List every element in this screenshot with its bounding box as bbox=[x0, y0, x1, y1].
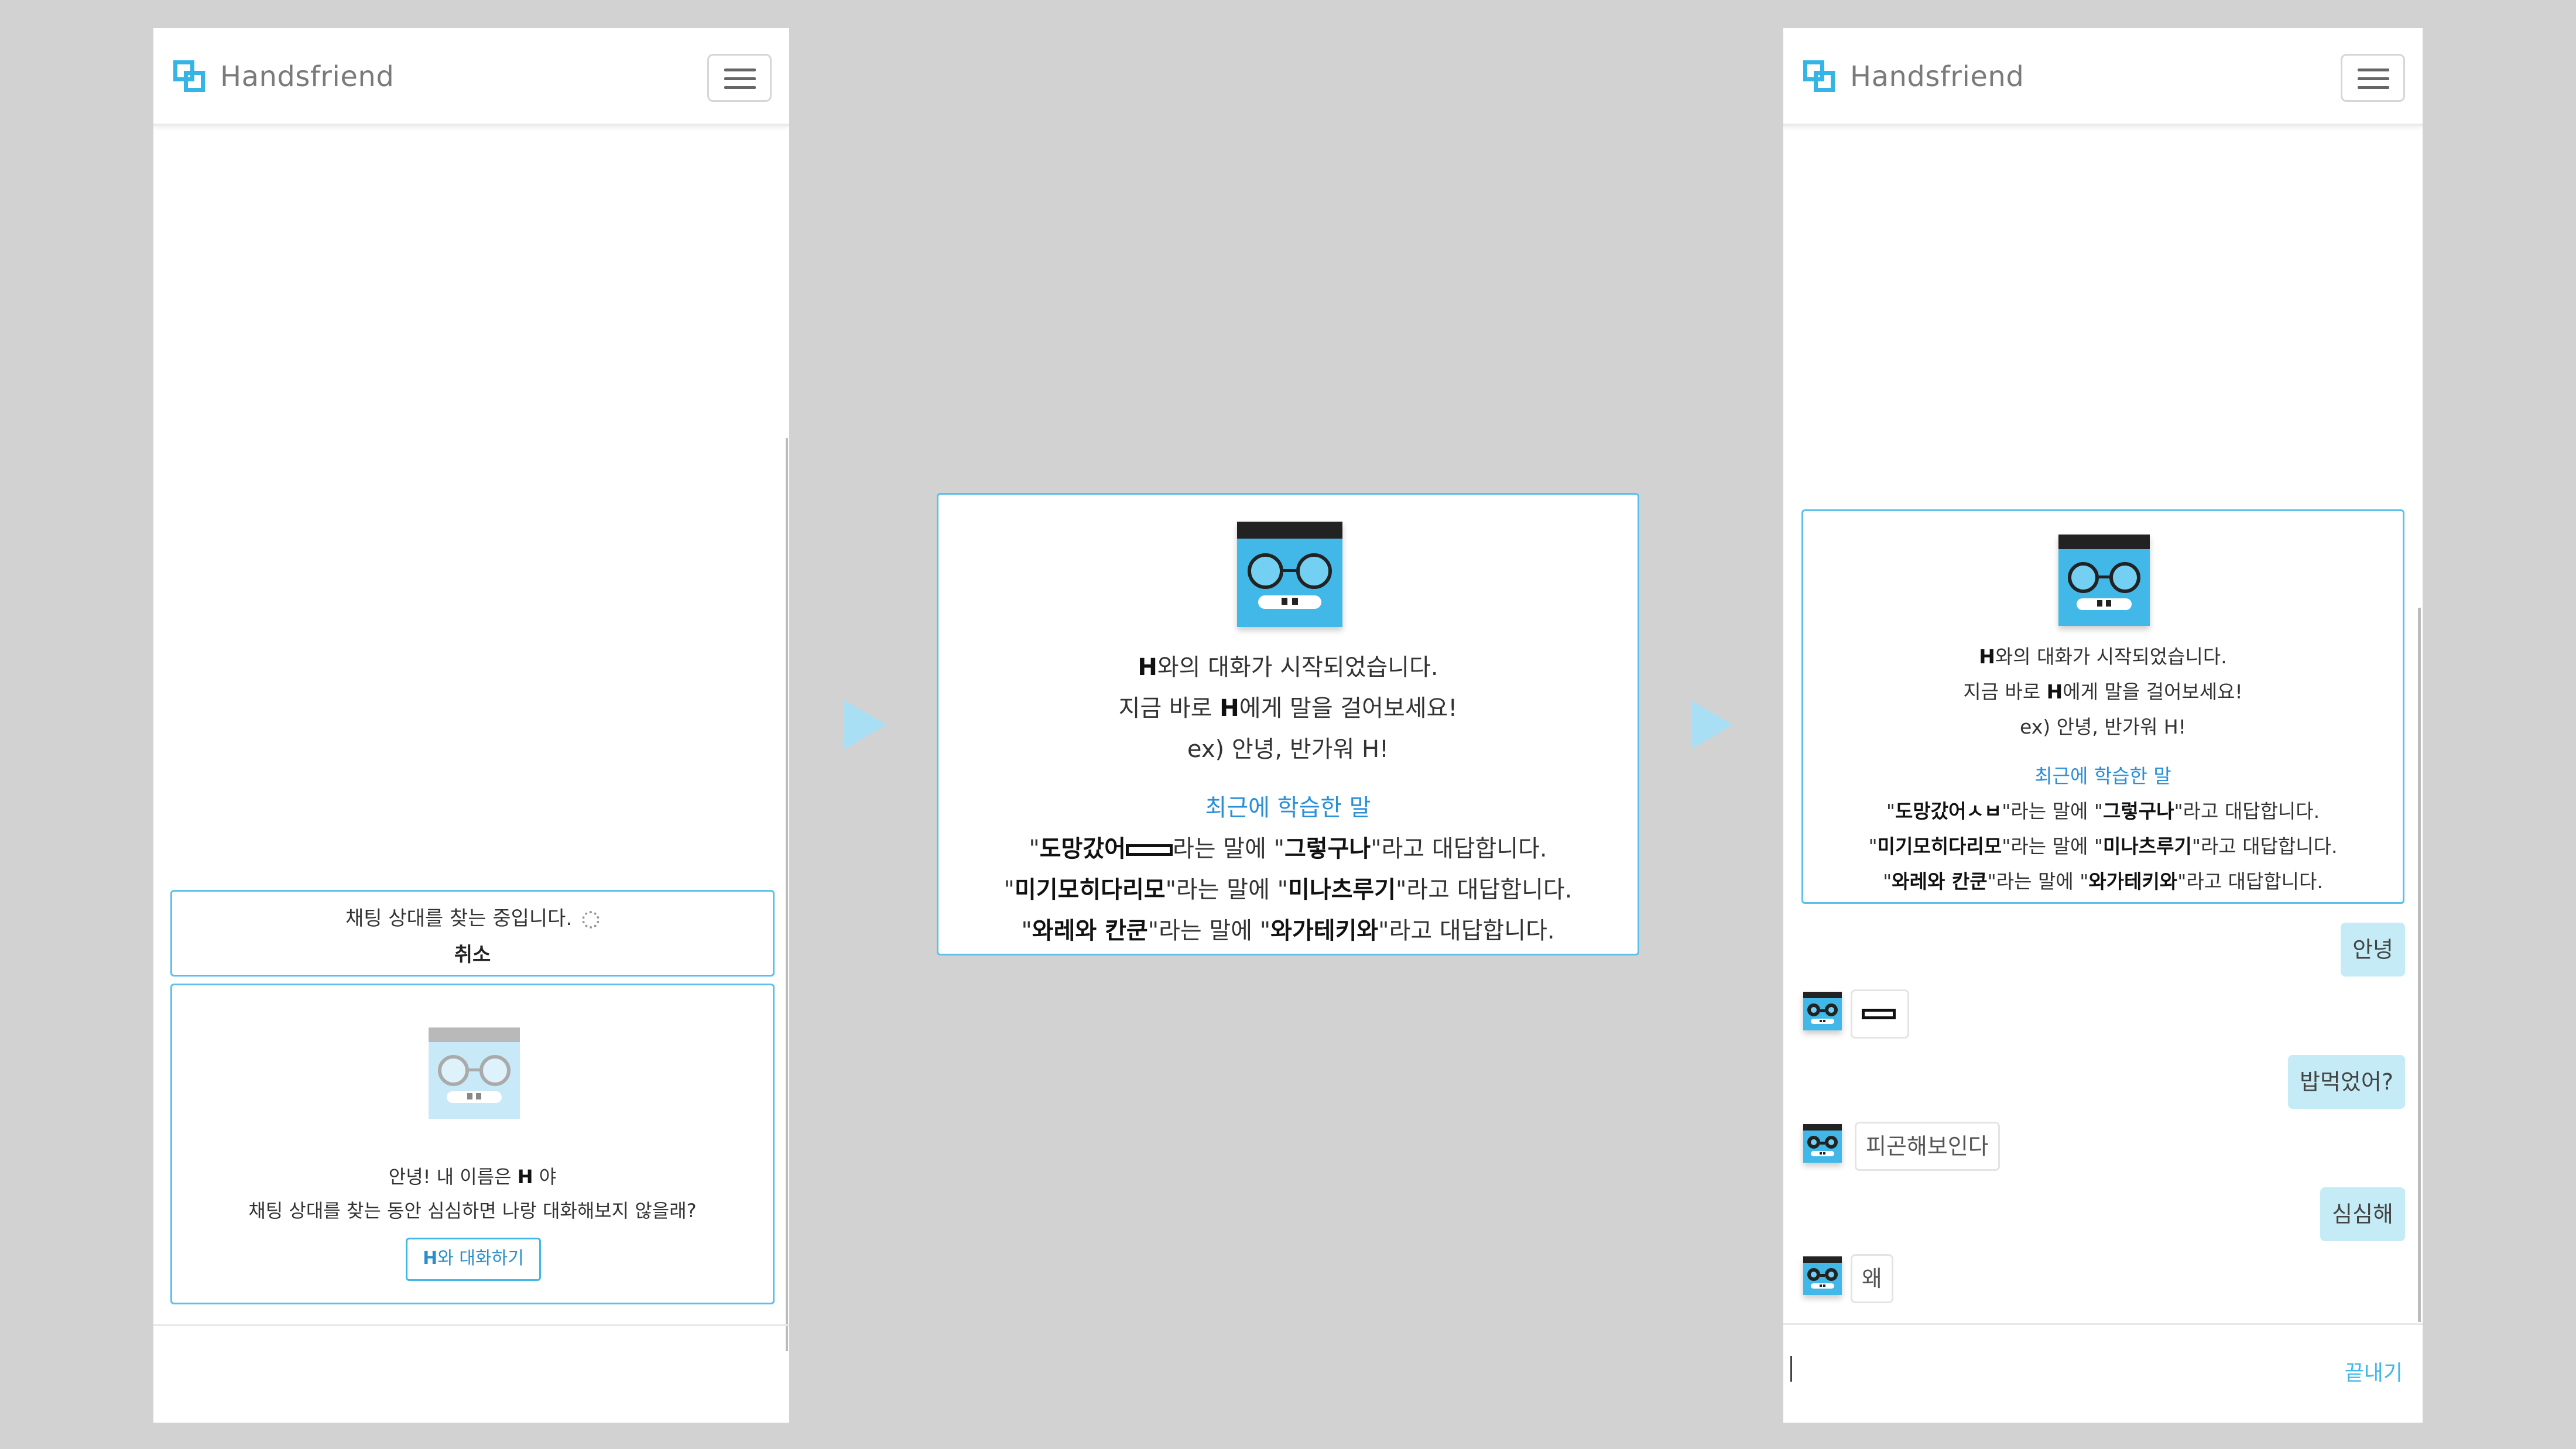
invite-line-1: 안녕! 내 이름은 H 야 bbox=[388, 1166, 557, 1188]
h-robot-avatar bbox=[2058, 535, 2150, 626]
my-message: 심심해 bbox=[2320, 1187, 2405, 1241]
talk-with-h-button[interactable]: H와 대화하기 bbox=[406, 1238, 541, 1281]
text-cursor bbox=[1790, 1356, 1792, 1382]
intro-example: ex) 안녕, 반가워 H! bbox=[2020, 715, 2186, 738]
h-robot-avatar bbox=[1803, 992, 1842, 1030]
navbar: Handsfriend bbox=[1783, 28, 2423, 126]
chat-intro-card: H와의 대화가 시작되었습니다. 지금 바로 H에게 말을 걸어보세요! ex)… bbox=[937, 493, 1639, 955]
searching-text: 채팅 상대를 찾는 중입니다. bbox=[345, 907, 573, 930]
message-input[interactable] bbox=[1783, 1325, 2310, 1413]
end-chat-button[interactable]: 끝내기 bbox=[2345, 1356, 2403, 1386]
phone-panel-searching: Handsfriend 채팅 상대를 찾는 중입니다. 취소 안녕! 내 이름은… bbox=[153, 28, 789, 1423]
recent-learned-title: 최근에 학습한 말 bbox=[2034, 765, 2171, 787]
my-message: 안녕 bbox=[2341, 923, 2405, 977]
brand[interactable]: Handsfriend bbox=[173, 60, 394, 93]
h-robot-avatar bbox=[1803, 1124, 1842, 1163]
broken-glyph-icon bbox=[1862, 1008, 1896, 1019]
scrollbar[interactable] bbox=[2418, 608, 2421, 1322]
learned-item: "도망갔어 라는 말에 "그렇구나"라고 대답합니다. bbox=[1029, 835, 1547, 862]
h-message bbox=[1851, 989, 1909, 1039]
flow-arrow-icon bbox=[844, 700, 886, 749]
h-robot-avatar bbox=[1803, 1256, 1842, 1295]
navbar: Handsfriend bbox=[153, 28, 789, 126]
intro-example: ex) 안녕, 반가워 H! bbox=[1187, 736, 1389, 763]
bot-invite-card: 안녕! 내 이름은 H 야 채팅 상대를 찾는 동안 심심하면 나랑 대화해보지… bbox=[170, 984, 775, 1304]
h-message: 왜 bbox=[1851, 1254, 1893, 1303]
my-message: 밥먹었어? bbox=[2287, 1055, 2405, 1109]
handsfriend-logo-icon bbox=[173, 60, 206, 93]
flow-arrow-icon bbox=[1691, 700, 1733, 749]
handsfriend-logo-icon bbox=[1803, 60, 1836, 93]
phone-panel-chat: Handsfriend H와의 대화가 시작되었습니다. 지금 바로 H에게 말… bbox=[1783, 28, 2423, 1423]
hamburger-menu-button[interactable] bbox=[707, 54, 772, 102]
learned-item: "미기모히다리모"라는 말에 "미나츠루기"라고 대답합니다. bbox=[1003, 876, 1573, 903]
hamburger-menu-button[interactable] bbox=[2341, 54, 2405, 102]
recent-learned-title: 최근에 학습한 말 bbox=[1205, 794, 1371, 821]
h-message: 피곤해보인다 bbox=[1855, 1122, 2000, 1171]
h-robot-avatar bbox=[1237, 522, 1342, 627]
intro-talk-line: 지금 바로 H에게 말을 걸어보세요! bbox=[1963, 680, 2243, 703]
broken-glyph-icon bbox=[1125, 844, 1173, 856]
bottom-divider bbox=[153, 1324, 789, 1326]
h-robot-avatar bbox=[429, 1027, 520, 1119]
brand-name: Handsfriend bbox=[220, 60, 395, 93]
learned-item: "와레와 칸쿤"라는 말에 "와가테키와"라고 대답합니다. bbox=[1883, 870, 2323, 893]
chat-intro-card: H와의 대화가 시작되었습니다. 지금 바로 H에게 말을 걸어보세요! ex)… bbox=[1801, 509, 2404, 904]
intro-start-line: H와의 대화가 시작되었습니다. bbox=[1979, 645, 2227, 668]
learned-item: "도망갔어ㅅㅂ"라는 말에 "그렇구나"라고 대답합니다. bbox=[1886, 800, 2320, 823]
learned-item: "와레와 칸쿤"라는 말에 "와가테키와"라고 대답합니다. bbox=[1021, 917, 1555, 944]
brand[interactable]: Handsfriend bbox=[1803, 60, 2024, 93]
invite-line-2: 채팅 상대를 찾는 동안 심심하면 나랑 대화해보지 않을래? bbox=[248, 1200, 697, 1222]
loading-spinner-icon bbox=[582, 910, 600, 929]
searching-card: 채팅 상대를 찾는 중입니다. 취소 bbox=[170, 890, 775, 977]
bottom-divider bbox=[1783, 1323, 2423, 1325]
learned-item: "미기모히다리모"라는 말에 "미나츠루기"라고 대답합니다. bbox=[1868, 835, 2338, 858]
intro-talk-line: 지금 바로 H에게 말을 걸어보세요! bbox=[1118, 695, 1458, 722]
scrollbar[interactable] bbox=[786, 438, 788, 1351]
brand-name: Handsfriend bbox=[1850, 60, 2025, 93]
intro-start-line: H와의 대화가 시작되었습니다. bbox=[1138, 654, 1438, 681]
cancel-button[interactable]: 취소 bbox=[454, 943, 491, 967]
